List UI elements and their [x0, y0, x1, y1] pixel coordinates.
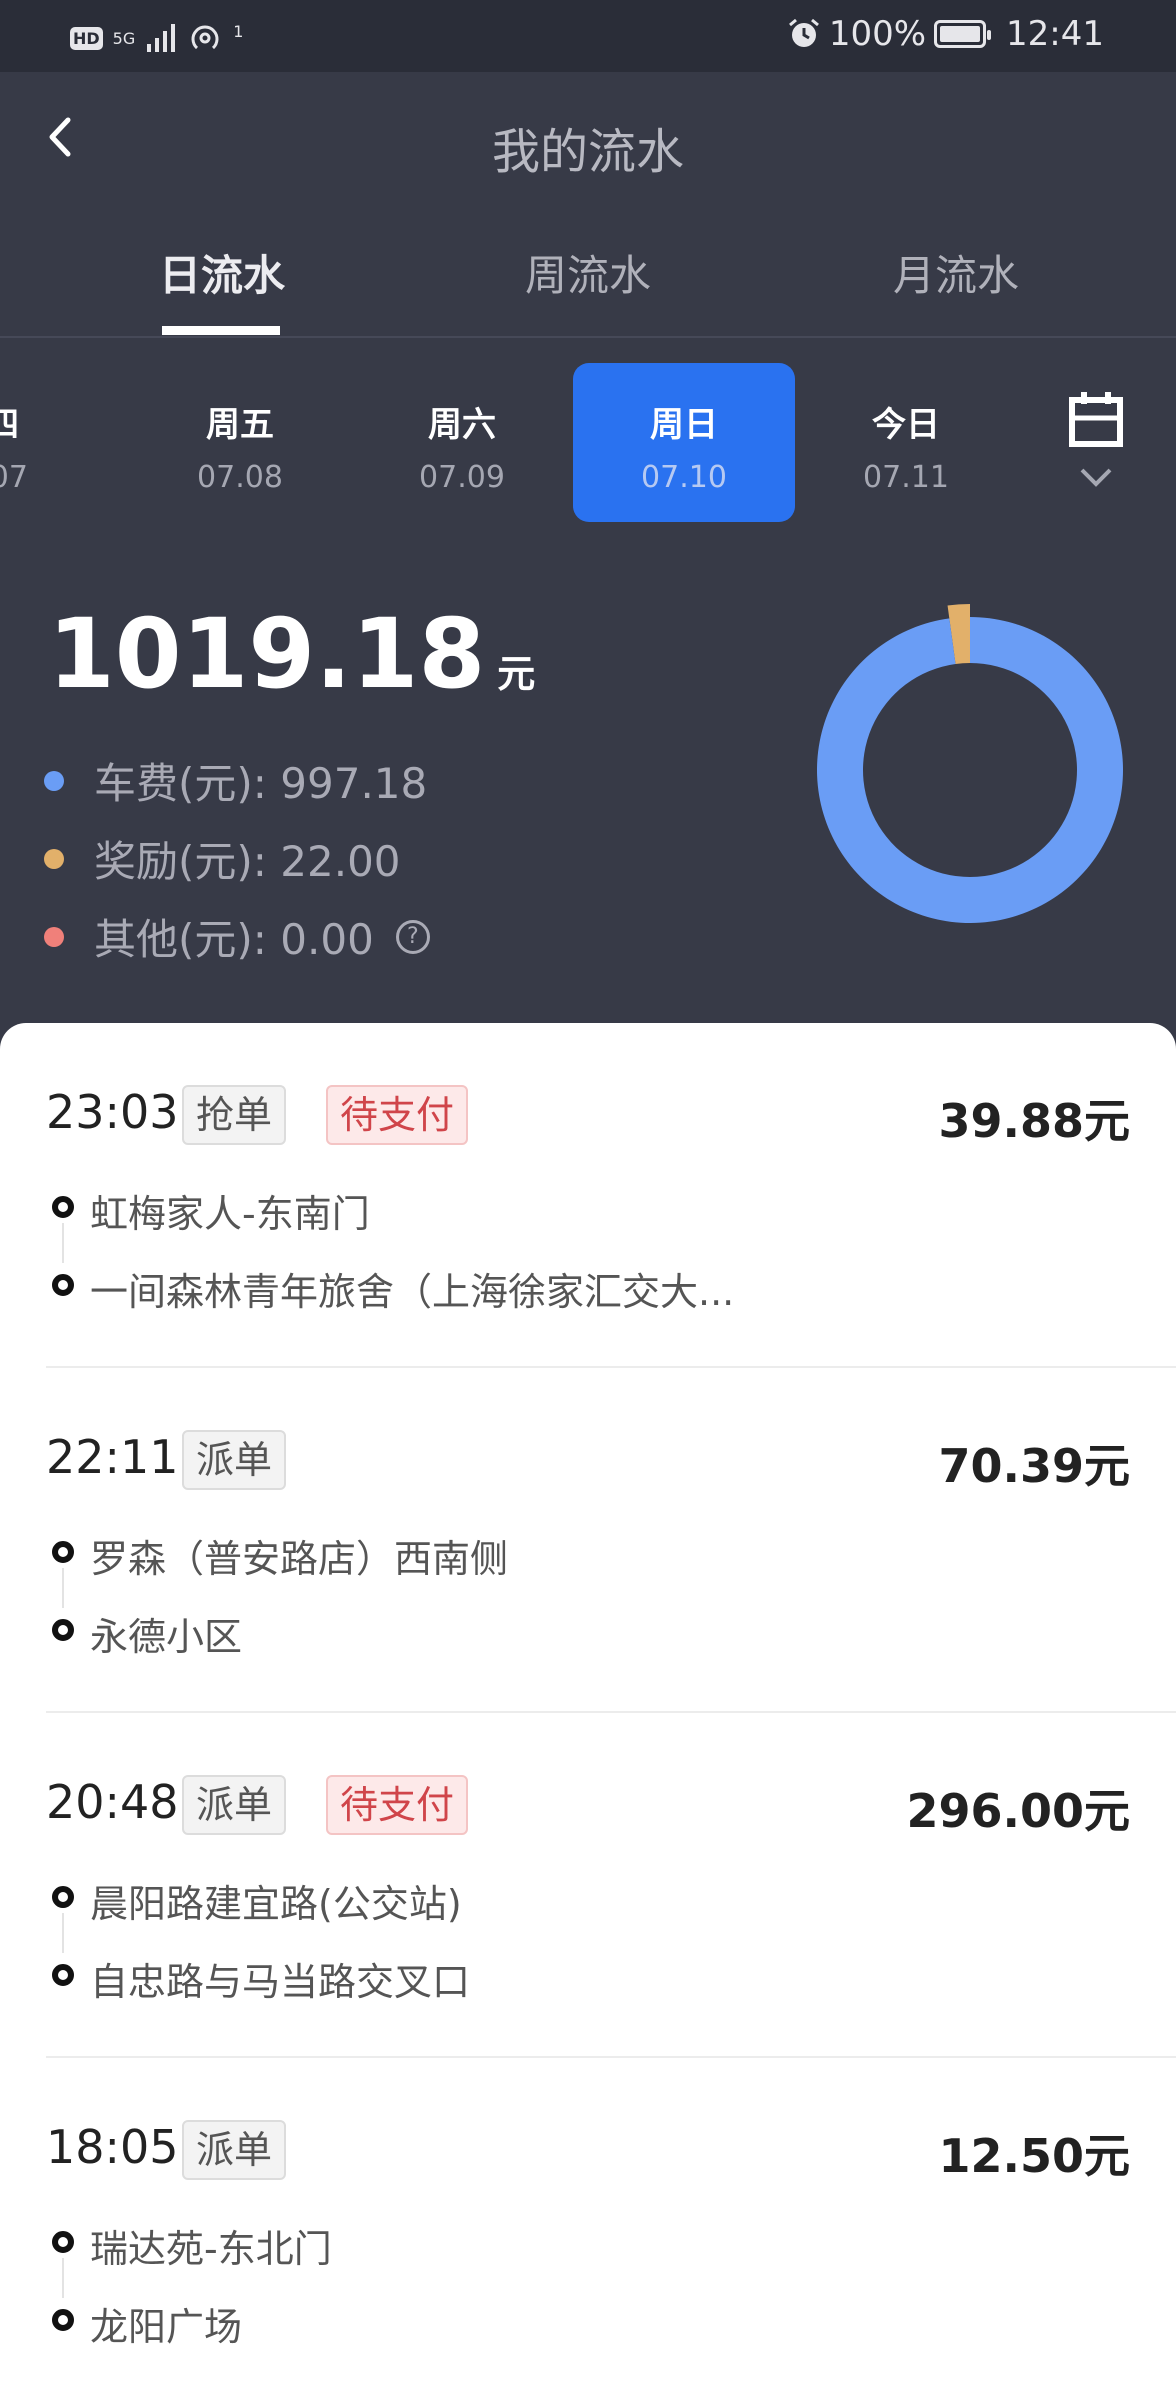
tab-bar: 日流水 周流水 月流水 — [0, 242, 1176, 335]
destination-address: 永德小区 — [90, 1615, 243, 1659]
legend-dot — [44, 926, 64, 947]
status-left: HD 5G 1 — [70, 20, 243, 56]
origin-pin-icon — [52, 2231, 74, 2253]
date-item[interactable]: 今日 07.11 — [795, 363, 1017, 522]
destination-pin-icon — [52, 2309, 74, 2331]
origin-pin-icon — [52, 1541, 74, 1563]
destination-pin-icon — [52, 1619, 74, 1641]
total-earnings: 1019.18 元 — [48, 598, 535, 710]
order-time: 23:03 — [46, 1085, 179, 1139]
origin-address: 瑞达苑-东北门 — [90, 2227, 332, 2271]
tab-weekly[interactable]: 周流水 — [458, 242, 718, 303]
order-type-tag: 派单 — [182, 1775, 287, 1835]
hotspot-count: 1 — [233, 21, 244, 41]
date-strip: 周四 07.07 周五 07.08 周六 07.09 周日 07.10 今日 0… — [0, 338, 1176, 538]
legend-other: 其他(元): 0.00 ? — [44, 906, 430, 967]
origin-address: 罗森（普安路店）西南侧 — [90, 1537, 509, 1581]
order-type-tag: 抢单 — [182, 1085, 287, 1145]
route-line — [62, 2258, 64, 2298]
date-date: 07.07 — [0, 460, 28, 495]
date-day: 周日 — [650, 405, 718, 445]
total-unit: 元 — [497, 652, 536, 696]
earnings-summary: 1019.18 元 车费(元): 997.18 奖励(元): 22.00 其他(元… — [0, 560, 1176, 1020]
origin-pin-icon — [52, 1886, 74, 1908]
total-value: 1019.18 — [48, 598, 486, 710]
order-amount: 70.39元 — [938, 1439, 1130, 1493]
header: 我的流水 日流水 周流水 月流水 — [0, 72, 1176, 336]
battery-percent: 100% — [828, 14, 927, 54]
legend-dot — [44, 770, 64, 791]
order-amount: 12.50元 — [938, 2129, 1130, 2183]
battery-icon — [934, 20, 992, 48]
route-line — [62, 1913, 64, 1953]
legend-fare: 车费(元): 997.18 — [44, 750, 427, 811]
order-row[interactable]: 18:05 派单 12.50元瑞达苑-东北门 龙阳广场 — [0, 2058, 1176, 2400]
destination-address: 一间森林青年旅舍（上海徐家汇交大... — [90, 1270, 735, 1314]
date-day: 周六 — [428, 405, 496, 445]
origin-address: 虹梅家人-东南门 — [90, 1192, 370, 1236]
route-line — [62, 1568, 64, 1608]
order-amount: 296.00元 — [906, 1784, 1130, 1838]
date-item[interactable]: 周四 07.07 — [0, 363, 96, 522]
date-day: 周五 — [206, 405, 274, 445]
calendar-icon — [1069, 392, 1123, 447]
date-day: 今日 — [872, 405, 940, 445]
signal-bars-icon — [147, 24, 176, 52]
date-item-selected[interactable]: 周日 07.10 — [573, 363, 795, 522]
status-bar: HD 5G 1 100% 12:41 — [0, 0, 1176, 72]
order-time: 22:11 — [46, 1430, 179, 1484]
route-line — [62, 1223, 64, 1263]
destination-pin-icon — [52, 1274, 74, 1296]
destination-address: 龙阳广场 — [90, 2305, 243, 2349]
earnings-donut-chart — [817, 604, 1123, 923]
chevron-down-icon — [1080, 468, 1112, 487]
origin-pin-icon — [52, 1196, 74, 1218]
status-badge: 待支付 — [326, 1775, 469, 1835]
question-circle-icon[interactable]: ? — [395, 919, 430, 954]
date-date: 07.10 — [641, 460, 727, 495]
legend-label: 其他(元): 0.00 — [94, 915, 374, 964]
destination-address: 自忠路与马当路交叉口 — [90, 1960, 471, 2004]
order-time: 20:48 — [46, 1775, 179, 1829]
hd-icon: HD — [70, 26, 103, 50]
status-badge: 待支付 — [326, 1085, 469, 1145]
date-item[interactable]: 周六 07.09 — [351, 363, 573, 522]
legend-label: 奖励(元): 22.00 — [94, 837, 401, 886]
page-title: 我的流水 — [491, 124, 684, 180]
date-day: 周四 — [0, 405, 19, 445]
date-date: 07.11 — [863, 460, 949, 495]
order-row[interactable]: 20:48 派单 待支付 296.00元晨阳路建宜路(公交站) 自忠路与马当路交叉口 — [0, 1713, 1176, 2058]
orders-list: 23:03 抢单 待支付 39.88元 虹梅家人-东南门 一间森林青年旅舍（上海徐家汇交大… — [0, 1023, 1176, 2400]
order-type-tag: 派单 — [182, 1430, 287, 1490]
date-date: 07.08 — [197, 460, 283, 495]
date-item[interactable]: 周五 07.08 — [129, 363, 351, 522]
order-type-tag: 派单 — [182, 2120, 287, 2180]
status-right: 100% 12:41 — [787, 14, 1104, 54]
origin-address: 晨阳路建宜路(公交站) — [90, 1882, 462, 1926]
alarm-icon — [788, 18, 819, 47]
tab-daily[interactable]: 日流水 — [92, 242, 352, 303]
order-amount: 39.88元 — [938, 1094, 1130, 1148]
legend-label: 车费(元): 997.18 — [94, 759, 428, 808]
clock: 12:41 — [1006, 14, 1104, 54]
signal-icon: 5G — [112, 28, 136, 48]
legend-reward: 奖励(元): 22.00 — [44, 828, 401, 889]
order-time: 18:05 — [46, 2120, 179, 2174]
tab-monthly[interactable]: 月流水 — [826, 242, 1086, 303]
calendar-button[interactable] — [1066, 390, 1130, 500]
donut-slice-0 — [817, 617, 1123, 923]
order-row[interactable]: 23:03 抢单 待支付 39.88元虹梅家人-东南门一间森林青年旅舍（上海徐家汇交大… — [0, 1023, 1176, 1368]
active-tab-indicator — [162, 326, 280, 335]
destination-pin-icon — [52, 1964, 74, 1986]
legend-dot — [44, 848, 64, 869]
date-date: 07.09 — [419, 460, 505, 495]
order-row[interactable]: 22:11 派单 70.39元罗森（普安路店）西南侧 永德小区 — [0, 1368, 1176, 1713]
hotspot-icon — [191, 25, 219, 50]
